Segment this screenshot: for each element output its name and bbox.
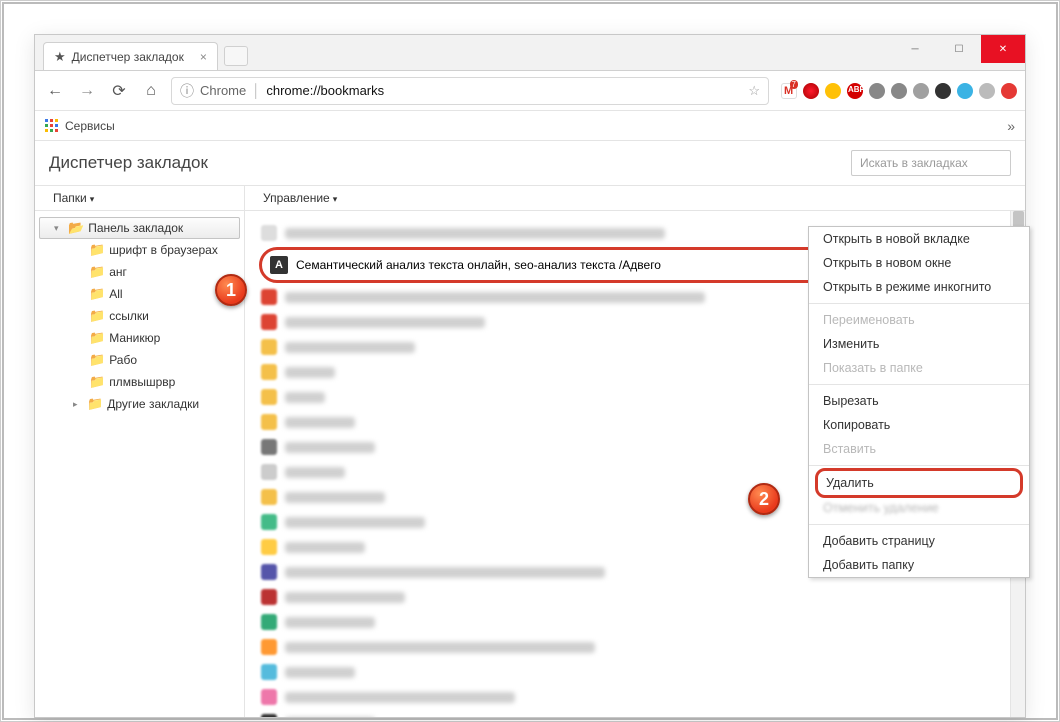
ext-icon-grey1[interactable] bbox=[869, 83, 885, 99]
apps-icon[interactable] bbox=[45, 119, 59, 133]
tree-child[interactable]: 📁анг bbox=[35, 261, 244, 283]
extension-icons: M7 ABP bbox=[777, 83, 1017, 99]
bookmarks-bar: Сервисы » bbox=[35, 111, 1025, 141]
tree-child[interactable]: 📁ссылки bbox=[35, 305, 244, 327]
omnibox-url: chrome://bookmarks bbox=[266, 83, 384, 98]
list-item[interactable] bbox=[261, 686, 1009, 708]
folder-icon: 📁 bbox=[87, 396, 103, 412]
folder-icon: 📁 bbox=[89, 264, 105, 280]
forward-button[interactable]: → bbox=[75, 79, 99, 103]
tab-close-icon[interactable]: × bbox=[200, 50, 207, 64]
toolbar: ← → ⟳ ⌂ ⓘ Chrome │ chrome://bookmarks ☆ … bbox=[35, 71, 1025, 111]
tab-title: Диспетчер закладок bbox=[72, 50, 184, 64]
tree-other[interactable]: ▸📁Другие закладки bbox=[35, 393, 244, 415]
gmail-icon[interactable]: M7 bbox=[781, 83, 797, 99]
favicon: A bbox=[270, 256, 288, 274]
folder-icon: 📁 bbox=[89, 374, 105, 390]
ctx-separator bbox=[809, 465, 1029, 466]
bookmarks-overflow-icon[interactable]: » bbox=[1007, 118, 1015, 134]
tree-root[interactable]: ▾ 📂 Панель закладок bbox=[39, 217, 240, 239]
ctx-separator bbox=[809, 524, 1029, 525]
ctx-copy[interactable]: Копировать bbox=[809, 413, 1029, 437]
ctx-rename: Переименовать bbox=[809, 308, 1029, 332]
ctx-add-page[interactable]: Добавить страницу bbox=[809, 529, 1029, 553]
annotation-marker-1: 1 bbox=[215, 274, 247, 306]
tree-child[interactable]: 📁All bbox=[35, 283, 244, 305]
ext-icon-grey2[interactable] bbox=[891, 83, 907, 99]
list-item[interactable] bbox=[261, 636, 1009, 658]
back-button[interactable]: ← bbox=[43, 79, 67, 103]
ext-icon-vk[interactable] bbox=[913, 83, 929, 99]
bookmarks-bar-label[interactable]: Сервисы bbox=[65, 119, 115, 133]
ctx-delete[interactable]: Удалить bbox=[815, 468, 1023, 498]
ctx-undo-delete: Отменить удаление bbox=[809, 496, 1029, 520]
star-icon: ★ bbox=[54, 49, 66, 65]
ext-icon-yellow[interactable] bbox=[825, 83, 841, 99]
home-button[interactable]: ⌂ bbox=[139, 79, 163, 103]
page-header: Диспетчер закладок Искать в закладках bbox=[35, 141, 1025, 185]
ctx-paste: Вставить bbox=[809, 437, 1029, 461]
site-info-icon[interactable]: ⓘ bbox=[180, 81, 194, 101]
folders-header[interactable]: Папки bbox=[35, 186, 245, 210]
list-item[interactable] bbox=[261, 611, 1009, 633]
folder-tree: ▾ 📂 Панель закладок 📁шрифт в браузерах 📁… bbox=[35, 211, 245, 717]
maximize-button[interactable]: ☐ bbox=[937, 35, 981, 63]
bookmark-title: Семантический анализ текста онлайн, seo-… bbox=[296, 258, 661, 272]
opera-icon[interactable] bbox=[803, 83, 819, 99]
ctx-show: Показать в папке bbox=[809, 356, 1029, 380]
ext-icon-cloud[interactable] bbox=[979, 83, 995, 99]
context-menu: Открыть в новой вкладке Открыть в новом … bbox=[808, 226, 1030, 578]
ext-icon-red[interactable] bbox=[1001, 83, 1017, 99]
folder-icon: 📁 bbox=[89, 330, 105, 346]
expand-icon[interactable]: ▸ bbox=[73, 399, 83, 410]
ext-icon-dark[interactable] bbox=[935, 83, 951, 99]
adblock-icon[interactable]: ABP bbox=[847, 83, 863, 99]
omnibox-chrome-label: Chrome bbox=[200, 83, 246, 98]
folder-icon: 📂 bbox=[68, 220, 84, 236]
tree-child[interactable]: 📁плмвышрвр bbox=[35, 371, 244, 393]
folder-icon: 📁 bbox=[89, 242, 105, 258]
list-item[interactable] bbox=[261, 711, 1009, 717]
folder-icon: 📁 bbox=[89, 286, 105, 302]
ctx-open-incognito[interactable]: Открыть в режиме инкогнито bbox=[809, 275, 1029, 299]
folder-icon: 📁 bbox=[89, 308, 105, 324]
browser-tab[interactable]: ★ Диспетчер закладок × bbox=[43, 42, 218, 70]
bookmark-star-icon[interactable]: ☆ bbox=[748, 83, 760, 99]
reload-button[interactable]: ⟳ bbox=[107, 79, 131, 103]
ctx-open-tab[interactable]: Открыть в новой вкладке bbox=[809, 227, 1029, 251]
folder-icon: 📁 bbox=[89, 352, 105, 368]
ext-icon-eye[interactable] bbox=[957, 83, 973, 99]
window-controls: ─ ☐ ✕ bbox=[893, 35, 1025, 63]
list-item[interactable] bbox=[261, 661, 1009, 683]
close-button[interactable]: ✕ bbox=[981, 35, 1025, 63]
ctx-add-folder[interactable]: Добавить папку bbox=[809, 553, 1029, 577]
ctx-separator bbox=[809, 303, 1029, 304]
address-bar[interactable]: ⓘ Chrome │ chrome://bookmarks ☆ bbox=[171, 77, 769, 105]
tree-child[interactable]: 📁Маникюр bbox=[35, 327, 244, 349]
collapse-icon[interactable]: ▾ bbox=[54, 223, 64, 234]
manage-header[interactable]: Управление bbox=[245, 186, 1025, 210]
tab-strip: ★ Диспетчер закладок × bbox=[35, 35, 1025, 71]
ctx-edit[interactable]: Изменить bbox=[809, 332, 1029, 356]
ctx-cut[interactable]: Вырезать bbox=[809, 389, 1029, 413]
search-input[interactable]: Искать в закладках bbox=[851, 150, 1011, 176]
ctx-open-window[interactable]: Открыть в новом окне bbox=[809, 251, 1029, 275]
minimize-button[interactable]: ─ bbox=[893, 35, 937, 63]
tree-child[interactable]: 📁шрифт в браузерах bbox=[35, 239, 244, 261]
annotation-marker-2: 2 bbox=[748, 483, 780, 515]
tree-child[interactable]: 📁Рабо bbox=[35, 349, 244, 371]
ctx-separator bbox=[809, 384, 1029, 385]
new-tab-button[interactable] bbox=[224, 46, 248, 66]
tree-root-label: Панель закладок bbox=[88, 221, 183, 235]
page-title: Диспетчер закладок bbox=[49, 153, 851, 173]
list-item[interactable] bbox=[261, 586, 1009, 608]
column-header: Папки Управление bbox=[35, 185, 1025, 211]
